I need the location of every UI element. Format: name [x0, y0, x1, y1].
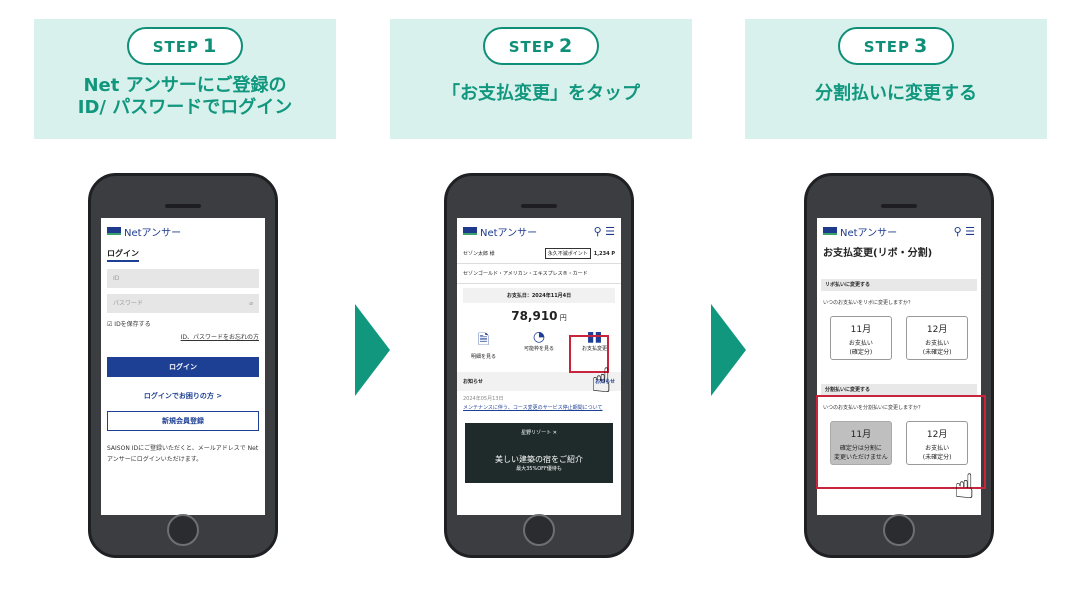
revo-nov-option[interactable]: 11月 お支払い (確定分): [829, 316, 892, 360]
saison-logo-icon: [823, 227, 837, 235]
home-button: [167, 514, 199, 546]
password-input[interactable]: パスワード ⌀: [107, 294, 259, 313]
revo-heading: リボ払いに変更する: [821, 279, 977, 291]
news-item[interactable]: メンテナンスに伴う、コース変更のサービス停止期間について: [457, 402, 621, 413]
limit-menu[interactable]: ◔ 可能枠を見る: [524, 329, 554, 360]
gauge-icon: ◔: [532, 329, 546, 345]
step2-badge: STEP 2: [483, 27, 599, 65]
login-help-link[interactable]: ログインでお困りの方 >: [101, 391, 265, 401]
step1-badge: STEP 1: [127, 27, 243, 65]
tap-hand-icon: ☝: [954, 467, 975, 507]
eye-slash-icon[interactable]: ⌀: [249, 294, 253, 313]
netanswer-logo: Netアンサー ⚲ ☰: [457, 218, 621, 244]
speaker: [165, 204, 201, 208]
points-value: 1,234 P: [593, 250, 615, 257]
saison-id-note: SAISON IDにご登録いただくと、メールアドレスで Netアンサーにログイン…: [107, 445, 259, 463]
pay-date: お支払日：2024年11月4日: [463, 288, 615, 303]
id-input[interactable]: ID: [107, 269, 259, 288]
next-arrow-2: [711, 304, 746, 396]
step1-header: STEP 1 Net アンサーにご登録の ID/ パスワードでログイン: [34, 19, 336, 139]
card-selector[interactable]: セゾンゴールド・アメリカン・エキスプレス®・カード: [457, 264, 621, 284]
news-heading: お知らせ: [463, 379, 483, 385]
speaker: [521, 204, 557, 208]
user-name: セゾン太郎 様: [463, 251, 495, 257]
tap-hand-icon: ☝: [591, 361, 612, 401]
home-button: [523, 514, 555, 546]
pay-amount: 78,910: [511, 309, 558, 323]
revo-question: いつのお支払いをリボに変更しますか？: [823, 300, 914, 306]
step3-badge: STEP 3: [838, 27, 954, 65]
next-arrow-1: [355, 304, 390, 396]
page-title: お支払変更(リボ・分割): [823, 248, 933, 259]
revo-dec-option[interactable]: 12月 お支払い (未確定分): [906, 316, 969, 360]
step2-header: STEP 2 「お支払変更」をタップ: [390, 19, 692, 139]
promo-banner[interactable]: 星野リゾート ✕ 美しい建築の宿をご紹介 最大35%OFF優待も: [465, 423, 613, 483]
step1-title: Net アンサーにご登録の ID/ パスワードでログイン: [77, 75, 293, 118]
netanswer-logo: Netアンサー: [101, 218, 265, 244]
yen-label: 円: [559, 314, 567, 322]
step3-header: STEP 3 分割払いに変更する: [745, 19, 1047, 139]
user-menu-icons[interactable]: ⚲ ☰: [594, 225, 615, 238]
login-screen: Netアンサー ログイン ID パスワード ⌀ ☑ IDを保存する ID、パスワー…: [101, 218, 265, 515]
saison-logo-icon: [463, 227, 477, 235]
step3-title: 分割払いに変更する: [815, 83, 977, 104]
document-icon: 🗎: [477, 332, 490, 348]
user-menu-icons[interactable]: ⚲ ☰: [954, 225, 975, 238]
statement-menu[interactable]: 🗎 明細を見る: [471, 329, 496, 360]
login-button[interactable]: ログイン: [107, 357, 259, 377]
saison-logo-icon: [107, 227, 121, 235]
forgot-link[interactable]: ID、パスワードをお忘れの方: [101, 332, 265, 341]
step2-title: 「お支払変更」をタップ: [442, 83, 640, 104]
login-heading: ログイン: [101, 248, 265, 262]
save-id-checkbox[interactable]: ☑ IDを保存する: [107, 319, 151, 328]
phone-step1: Netアンサー ログイン ID パスワード ⌀ ☑ IDを保存する ID、パスワー…: [88, 173, 278, 558]
speaker: [881, 204, 917, 208]
points-badge: 永久不滅ポイント: [544, 248, 591, 259]
register-button[interactable]: 新規会員登録: [107, 411, 259, 431]
home-button: [883, 514, 915, 546]
netanswer-logo: Netアンサー ⚲ ☰: [817, 218, 981, 244]
